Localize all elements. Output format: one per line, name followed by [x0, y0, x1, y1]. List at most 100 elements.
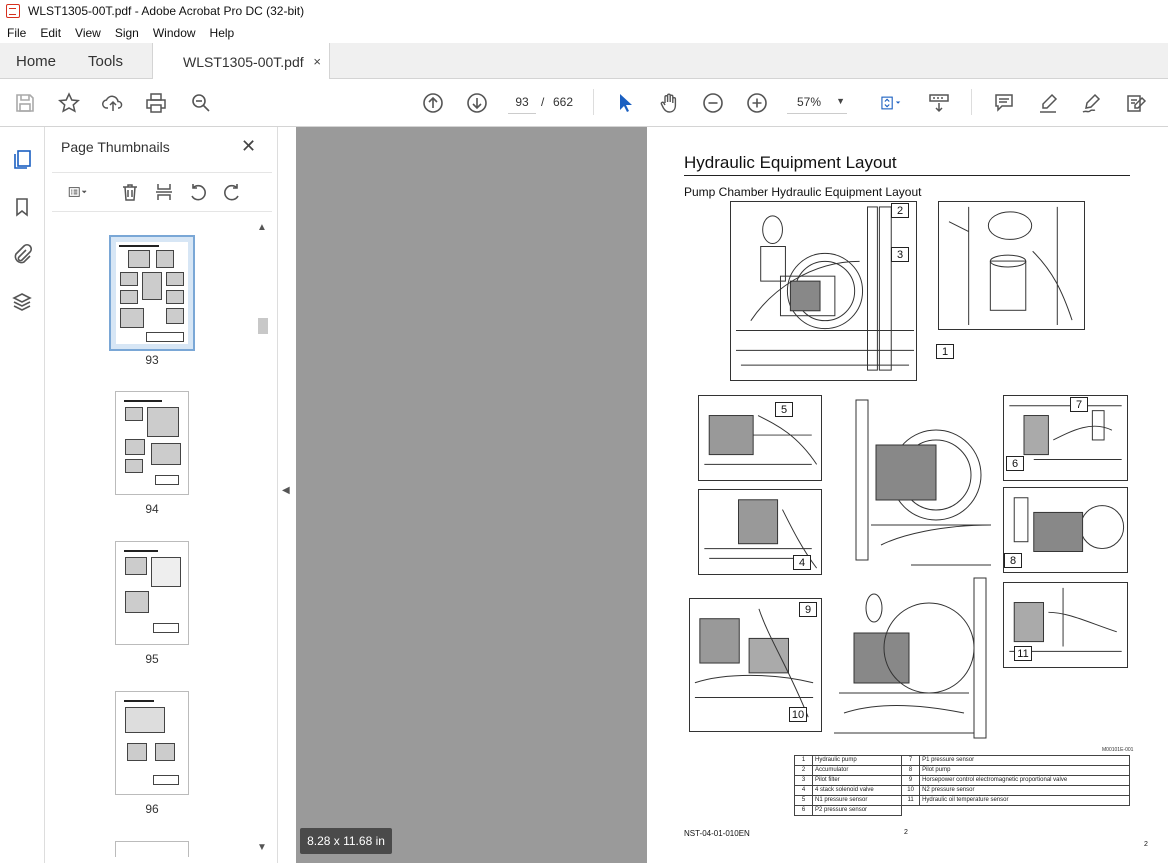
- upload-icon[interactable]: [101, 91, 125, 115]
- table-row: 3 Pilot filter 9 Horsepower control elec…: [794, 775, 1130, 786]
- tab-document[interactable]: WLST1305-00T.pdf ×: [152, 43, 330, 80]
- thumbnail-label: 94: [145, 502, 159, 516]
- figure-pump-overview: [730, 201, 917, 381]
- close-icon[interactable]: ✕: [241, 136, 256, 157]
- layers-icon[interactable]: [11, 291, 33, 313]
- tab-close-icon[interactable]: ×: [313, 54, 321, 69]
- callout-5: 5: [775, 402, 793, 417]
- callout-1: 1: [936, 344, 954, 359]
- menu-window[interactable]: Window: [146, 26, 203, 40]
- window-title: WLST1305-00T.pdf - Adobe Acrobat Pro DC …: [28, 4, 305, 18]
- legend-num: 2: [794, 765, 813, 776]
- figure-accumulator-filter: [938, 201, 1085, 330]
- thumbnails-panel: Page Thumbnails ✕ 93 94 95 96 ▲ ▼: [45, 127, 278, 863]
- menu-file[interactable]: File: [0, 26, 33, 40]
- bookmark-star-icon[interactable]: [57, 91, 81, 115]
- thumbnail-preview: [121, 547, 183, 639]
- scroll-mode-icon[interactable]: [927, 91, 951, 115]
- callout-2: 2: [891, 203, 909, 218]
- figure-n1-sensor: [698, 395, 822, 481]
- legend-name: Horsepower control electromagnetic propo…: [919, 775, 1130, 786]
- legend-num: 4: [794, 785, 813, 796]
- page-number-input[interactable]: [508, 90, 536, 114]
- thumbnail-list: 93 94 95 96: [45, 217, 270, 857]
- select-arrow-icon[interactable]: [613, 91, 637, 115]
- pdf-page: Hydraulic Equipment Layout Pump Chamber …: [647, 127, 1168, 863]
- acrobat-pdf-icon: [6, 4, 20, 18]
- collapse-panel-icon[interactable]: ◀: [282, 485, 290, 496]
- scroll-up-icon[interactable]: ▲: [257, 222, 267, 233]
- page-separator: /: [541, 95, 545, 109]
- zoom-value: 57%: [797, 94, 822, 109]
- rotate-right-icon[interactable]: [221, 181, 243, 203]
- edit-icon[interactable]: [1124, 91, 1148, 115]
- table-row: 2 Accumulator 8 Pilot pump: [794, 765, 1130, 776]
- page-size-indicator: 8.28 x 11.68 in: [300, 828, 392, 854]
- find-icon[interactable]: [189, 91, 213, 115]
- toolbar-divider: [593, 89, 594, 115]
- callout-4: 4: [793, 555, 811, 570]
- save-icon[interactable]: [13, 91, 37, 115]
- table-row: 5 N1 pressure sensor 11 Hydraulic oil te…: [794, 795, 1130, 806]
- thumbnail-page-93[interactable]: [109, 235, 195, 351]
- print-icon[interactable]: [144, 91, 168, 115]
- scrollbar-thumb[interactable]: [258, 318, 268, 334]
- legend-name: 4 stack solenoid valve: [811, 785, 903, 796]
- highlight-icon[interactable]: [1036, 91, 1060, 115]
- document-code: NST-04-01-010EN: [684, 829, 750, 838]
- thumbnail-preview: [121, 397, 183, 489]
- comment-icon[interactable]: [992, 91, 1016, 115]
- legend-name: Pilot filter: [811, 775, 903, 786]
- page-down-icon[interactable]: [465, 91, 489, 115]
- panel-title: Page Thumbnails: [61, 139, 170, 155]
- callout-8: 8: [1004, 553, 1022, 568]
- delete-icon[interactable]: [119, 181, 141, 203]
- figure-id: M00101E-001: [1102, 747, 1134, 753]
- thumbnail-page-96[interactable]: [115, 691, 189, 795]
- thumbnail-options-icon[interactable]: [61, 181, 95, 203]
- extract-pages-icon[interactable]: [153, 181, 175, 203]
- hand-icon[interactable]: [657, 91, 681, 115]
- fit-page-icon[interactable]: [873, 91, 907, 115]
- tab-home[interactable]: Home: [16, 43, 56, 79]
- sign-icon[interactable]: [1080, 91, 1104, 115]
- zoom-out-icon[interactable]: [701, 91, 725, 115]
- page-up-icon[interactable]: [421, 91, 445, 115]
- menu-sign[interactable]: Sign: [108, 26, 146, 40]
- zoom-select[interactable]: 57% ▼: [787, 90, 847, 114]
- callout-9: 9: [799, 602, 817, 617]
- title-bar: WLST1305-00T.pdf - Adobe Acrobat Pro DC …: [0, 0, 1168, 22]
- page-subheading: Pump Chamber Hydraulic Equipment Layout: [684, 185, 922, 199]
- callout-3: 3: [891, 247, 909, 262]
- menu-help[interactable]: Help: [203, 26, 242, 40]
- legend-name: Hydraulic pump: [811, 755, 903, 766]
- legend-name: N1 pressure sensor: [811, 795, 903, 806]
- scroll-down-icon[interactable]: ▼: [257, 842, 267, 853]
- thumbnail-page-94[interactable]: [115, 391, 189, 495]
- legend-name: Pilot pump: [919, 765, 1130, 776]
- menu-view[interactable]: View: [68, 26, 108, 40]
- thumbnail-label: 93: [145, 353, 159, 367]
- callout-7: 7: [1070, 397, 1088, 412]
- legend-num: 7: [901, 755, 921, 766]
- zoom-in-icon[interactable]: [745, 91, 769, 115]
- bookmarks-icon[interactable]: [11, 196, 33, 218]
- page-thumbnails-icon[interactable]: [11, 148, 33, 170]
- callout-6: 6: [1006, 456, 1024, 471]
- tab-tools[interactable]: Tools: [88, 43, 123, 79]
- legend-num: 9: [901, 775, 921, 786]
- tab-bar: Home Tools WLST1305-00T.pdf ×: [0, 43, 1168, 80]
- table-row: 6 P2 pressure sensor: [794, 805, 1130, 816]
- thumbnail-scrollbar[interactable]: ▲ ▼: [255, 222, 269, 854]
- thumbnail-page-95[interactable]: [115, 541, 189, 645]
- legend-name: P1 pressure sensor: [919, 755, 1130, 766]
- thumbnail-page-next[interactable]: [115, 841, 189, 857]
- menu-edit[interactable]: Edit: [33, 26, 68, 40]
- callout-11: 11: [1014, 646, 1032, 661]
- document-viewport[interactable]: Hydraulic Equipment Layout Pump Chamber …: [296, 127, 1168, 863]
- thumbnail-label: 96: [145, 802, 159, 816]
- table-row: 4 4 stack solenoid valve 10 N2 pressure …: [794, 785, 1130, 796]
- rotate-left-icon[interactable]: [187, 181, 209, 203]
- legend-num: [902, 806, 920, 816]
- attachments-icon[interactable]: [11, 243, 33, 265]
